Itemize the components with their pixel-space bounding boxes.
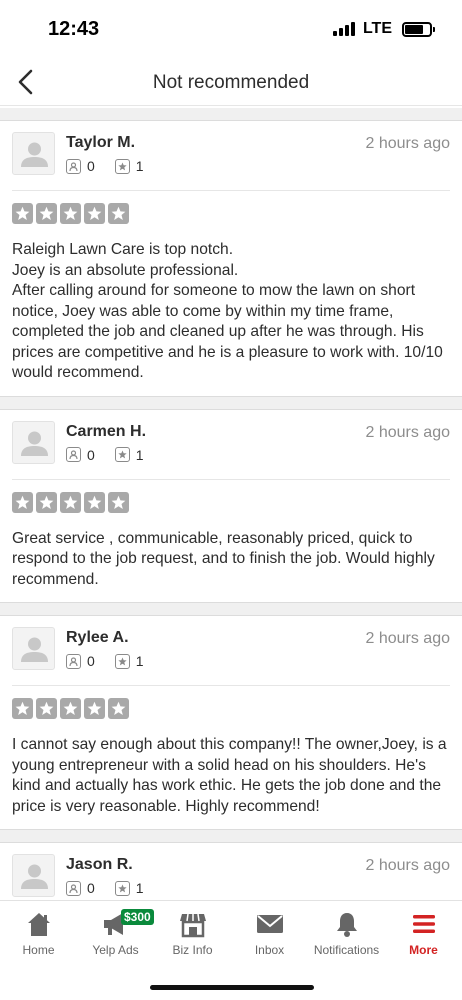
review-text: I cannot say enough about this company!!… xyxy=(12,736,447,815)
star-rating xyxy=(12,698,450,719)
review-header: Jason R. 0 1 2 hours ago xyxy=(12,843,450,900)
mail-icon xyxy=(256,915,283,933)
star-icon xyxy=(12,698,33,719)
reviewer-stats: 0 1 xyxy=(66,653,144,669)
reviewer-name[interactable]: Carmen H. xyxy=(66,423,146,441)
review-header: Taylor M. 0 1 2 hours ago xyxy=(12,121,450,191)
review-count: 1 xyxy=(135,880,144,896)
tab-more-label: More xyxy=(409,943,438,957)
review-count-icon xyxy=(114,653,130,669)
user-placeholder-icon xyxy=(21,864,48,889)
star-icon xyxy=(12,491,33,513)
tab-biz-info[interactable]: Biz Info xyxy=(154,901,231,969)
tab-bar: Home $300 Yelp Ads Biz Info Inbox Notifi… xyxy=(0,900,462,1000)
avatar[interactable] xyxy=(12,420,55,464)
friends-count: 0 xyxy=(87,446,95,463)
avatar[interactable] xyxy=(12,627,55,670)
avatar[interactable] xyxy=(12,854,55,897)
star-icon xyxy=(108,698,129,719)
status-bar: 12:43 LTE xyxy=(0,0,462,60)
star-icon xyxy=(84,491,105,513)
review-header: Carmen H. 0 1 2 hours ago xyxy=(12,410,450,480)
review-card: Taylor M. 0 1 2 hours ago Raleigh Lawn C… xyxy=(0,120,462,397)
friends-icon xyxy=(66,880,81,896)
star-icon xyxy=(36,698,57,719)
review-count-icon xyxy=(114,880,130,896)
friends-count: 0 xyxy=(87,653,95,669)
user-placeholder-icon xyxy=(21,637,48,662)
review-count: 1 xyxy=(135,446,144,463)
bell-icon xyxy=(336,913,357,937)
reviewer-stats: 0 1 xyxy=(66,447,144,463)
back-button[interactable] xyxy=(8,64,44,100)
star-icon xyxy=(36,491,57,513)
review-time: 2 hours ago xyxy=(365,857,450,874)
star-icon xyxy=(84,698,105,719)
tab-biz-info-label: Biz Info xyxy=(172,943,213,957)
home-icon xyxy=(27,913,50,936)
tab-inbox-label: Inbox xyxy=(254,943,285,957)
reviewer-name[interactable]: Rylee A. xyxy=(66,629,129,647)
ads-credit-badge: $300 xyxy=(121,909,154,925)
star-rating xyxy=(12,203,450,224)
review-text: Raleigh Lawn Care is top notch. Joey is … xyxy=(12,241,443,381)
avatar[interactable] xyxy=(12,132,55,175)
home-indicator xyxy=(150,985,314,990)
reviewer-stats: 0 1 xyxy=(66,880,144,896)
review-card: Carmen H. 0 1 2 hours ago Great service … xyxy=(0,408,462,603)
tab-more[interactable]: More xyxy=(385,901,462,969)
review-text: Great service , communicable, reasonably… xyxy=(12,529,435,588)
storefront-icon xyxy=(179,913,206,938)
tab-yelp-ads-label: Yelp Ads xyxy=(92,943,139,957)
review-count-icon xyxy=(114,447,130,462)
star-icon xyxy=(60,203,81,224)
review-count: 1 xyxy=(135,158,144,174)
page-title: Not recommended xyxy=(152,71,310,93)
star-icon xyxy=(108,491,129,513)
review-header: Rylee A. 0 1 2 hours ago xyxy=(12,616,450,686)
tab-inbox[interactable]: Inbox xyxy=(231,901,308,969)
reviewer-stats: 0 1 xyxy=(66,158,144,174)
star-icon xyxy=(60,698,81,719)
menu-icon xyxy=(412,915,435,933)
review-count-icon xyxy=(114,158,130,174)
star-icon xyxy=(60,491,81,513)
review-list[interactable]: Taylor M. 0 1 2 hours ago Raleigh Lawn C… xyxy=(0,108,462,900)
tab-home-label: Home xyxy=(22,943,55,957)
reviewer-name[interactable]: Jason R. xyxy=(66,856,133,874)
star-icon xyxy=(84,203,105,224)
star-rating xyxy=(12,491,450,513)
status-indicators: LTE xyxy=(332,20,435,38)
nav-header: Not recommended xyxy=(0,60,462,106)
tab-notifications-label: Notifications xyxy=(313,943,380,957)
tab-yelp-ads[interactable]: $300 Yelp Ads xyxy=(77,901,154,969)
friends-icon xyxy=(66,158,81,174)
review-time: 2 hours ago xyxy=(365,423,450,441)
friends-icon xyxy=(66,447,81,462)
friends-icon xyxy=(66,653,81,669)
star-icon xyxy=(108,203,129,224)
review-count: 1 xyxy=(135,653,144,669)
network-type: LTE xyxy=(362,20,392,37)
review-card: Rylee A. 0 1 2 hours ago I cannot say en… xyxy=(0,615,462,830)
review-card: Jason R. 0 1 2 hours ago xyxy=(0,842,462,900)
battery-icon xyxy=(402,21,435,37)
review-time: 2 hours ago xyxy=(365,135,450,152)
star-icon xyxy=(36,203,57,224)
chevron-left-icon xyxy=(18,69,33,95)
signal-icon xyxy=(332,22,355,36)
tab-notifications[interactable]: Notifications xyxy=(308,901,385,969)
tab-home[interactable]: Home xyxy=(0,901,77,969)
friends-count: 0 xyxy=(87,158,95,174)
review-time: 2 hours ago xyxy=(365,630,450,647)
user-placeholder-icon xyxy=(21,431,48,456)
reviewer-name[interactable]: Taylor M. xyxy=(66,134,135,152)
star-icon xyxy=(12,203,33,224)
status-time: 12:43 xyxy=(48,18,100,40)
user-placeholder-icon xyxy=(21,142,48,167)
friends-count: 0 xyxy=(87,880,95,896)
